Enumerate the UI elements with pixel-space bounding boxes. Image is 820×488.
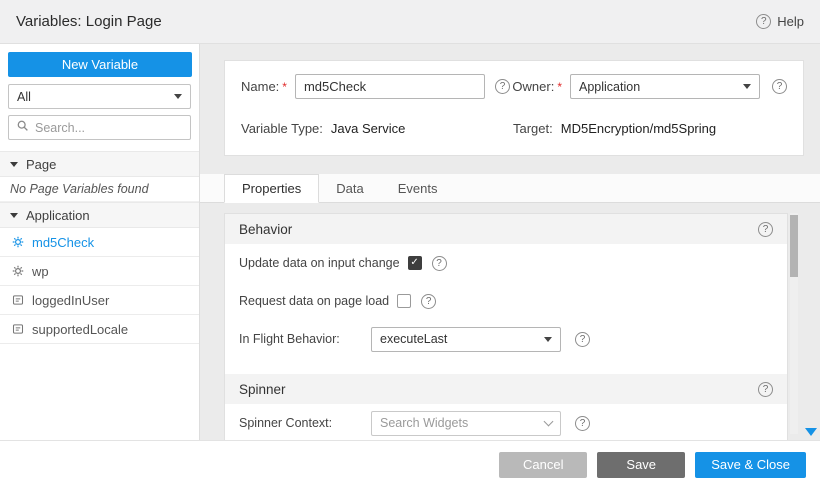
in-flight-behavior-select[interactable]: executeLast bbox=[371, 327, 561, 352]
tree-section-page[interactable]: Page bbox=[0, 151, 199, 177]
properties-panel: Behavior Update data on input change Req… bbox=[224, 213, 788, 440]
variable-type-value: Java Service bbox=[331, 121, 405, 136]
request-data-row: Request data on page load bbox=[225, 282, 787, 320]
variable-item-label: loggedInUser bbox=[32, 293, 109, 308]
properties-tab-content: Behavior Update data on input change Req… bbox=[200, 203, 820, 440]
in-flight-behavior-label: In Flight Behavior: bbox=[239, 332, 371, 346]
save-button[interactable]: Save bbox=[597, 452, 685, 478]
model-variable-icon bbox=[12, 323, 24, 335]
new-variable-button[interactable]: New Variable bbox=[8, 52, 192, 77]
chevron-down-icon bbox=[544, 416, 554, 426]
chevron-down-icon bbox=[743, 84, 751, 89]
caret-down-icon bbox=[10, 213, 18, 218]
help-icon[interactable] bbox=[575, 416, 590, 431]
required-marker: * bbox=[282, 80, 287, 94]
owner-select[interactable]: Application bbox=[570, 74, 760, 99]
tree-section-label: Application bbox=[26, 208, 90, 223]
tab-bar: Properties Data Events bbox=[200, 174, 820, 203]
dialog-header: Variables: Login Page Help bbox=[0, 0, 820, 44]
scroll-down-icon[interactable] bbox=[805, 428, 817, 436]
tree-section-label: Page bbox=[26, 157, 56, 172]
variables-sidebar: New Variable All Page No Page Variables … bbox=[0, 44, 200, 440]
search-box bbox=[8, 115, 191, 140]
target-label: Target: bbox=[513, 121, 553, 136]
spinner-context-placeholder: Search Widgets bbox=[380, 416, 468, 430]
help-icon[interactable] bbox=[575, 332, 590, 347]
behavior-section-header: Behavior bbox=[225, 214, 787, 244]
scrollbar-thumb[interactable] bbox=[790, 215, 798, 277]
save-and-close-button[interactable]: Save & Close bbox=[695, 452, 806, 478]
spinner-context-combobox[interactable]: Search Widgets bbox=[371, 411, 561, 436]
name-label: Name:* bbox=[241, 79, 287, 94]
request-data-label: Request data on page load bbox=[239, 294, 389, 308]
variable-item-label: md5Check bbox=[32, 235, 94, 250]
help-label: Help bbox=[777, 14, 804, 29]
vertical-scrollbar[interactable] bbox=[790, 213, 798, 434]
owner-value: Application bbox=[579, 80, 640, 94]
variable-type-label: Variable Type: bbox=[241, 121, 323, 136]
chevron-down-icon bbox=[544, 337, 552, 342]
variable-item-label: wp bbox=[32, 264, 49, 279]
service-variable-icon bbox=[12, 265, 24, 277]
variable-summary-form: Name:* Owner:* Application Variable Type… bbox=[224, 60, 804, 156]
variable-scope-select[interactable]: All bbox=[8, 84, 191, 109]
help-icon[interactable] bbox=[758, 222, 773, 237]
service-variable-icon bbox=[12, 236, 24, 248]
help-icon[interactable] bbox=[421, 294, 436, 309]
empty-page-variables-message: No Page Variables found bbox=[0, 177, 199, 202]
update-data-label: Update data on input change bbox=[239, 256, 400, 270]
spinner-context-row: Spinner Context: Search Widgets bbox=[225, 404, 787, 440]
search-input[interactable] bbox=[35, 121, 183, 135]
variable-item-wp[interactable]: wp bbox=[0, 257, 199, 286]
tab-data[interactable]: Data bbox=[319, 174, 380, 202]
target-value: MD5Encryption/md5Spring bbox=[561, 121, 716, 136]
owner-label: Owner:* bbox=[512, 79, 562, 94]
name-input[interactable] bbox=[295, 74, 485, 99]
spinner-context-label: Spinner Context: bbox=[239, 416, 371, 430]
variable-item-label: supportedLocale bbox=[32, 322, 128, 337]
help-button[interactable]: Help bbox=[756, 14, 804, 29]
search-icon bbox=[16, 119, 29, 137]
in-flight-behavior-value: executeLast bbox=[380, 332, 447, 346]
request-data-checkbox[interactable] bbox=[397, 294, 411, 308]
dialog-footer: Cancel Save Save & Close bbox=[0, 440, 820, 488]
required-marker: * bbox=[557, 80, 562, 94]
variable-item-md5Check[interactable]: md5Check bbox=[0, 228, 199, 257]
update-data-row: Update data on input change bbox=[225, 244, 787, 282]
main-content: Name:* Owner:* Application Variable Type… bbox=[200, 44, 820, 440]
chevron-down-icon bbox=[174, 94, 182, 99]
model-variable-icon bbox=[12, 294, 24, 306]
update-data-checkbox[interactable] bbox=[408, 256, 422, 270]
tab-properties[interactable]: Properties bbox=[224, 174, 319, 203]
caret-down-icon bbox=[10, 162, 18, 167]
variable-scope-value: All bbox=[17, 90, 31, 104]
variable-item-supportedLocale[interactable]: supportedLocale bbox=[0, 315, 199, 344]
help-icon[interactable] bbox=[495, 79, 510, 94]
behavior-section-title: Behavior bbox=[239, 222, 292, 237]
spinner-section-header: Spinner bbox=[225, 374, 787, 404]
help-icon[interactable] bbox=[432, 256, 447, 271]
tree-section-application[interactable]: Application bbox=[0, 202, 199, 228]
in-flight-behavior-row: In Flight Behavior: executeLast bbox=[225, 320, 787, 358]
cancel-button[interactable]: Cancel bbox=[499, 452, 587, 478]
tab-events[interactable]: Events bbox=[381, 174, 455, 202]
variable-item-loggedInUser[interactable]: loggedInUser bbox=[0, 286, 199, 315]
help-icon[interactable] bbox=[772, 79, 787, 94]
help-icon bbox=[756, 14, 771, 29]
page-title: Variables: Login Page bbox=[16, 13, 162, 30]
spinner-section-title: Spinner bbox=[239, 382, 286, 397]
help-icon[interactable] bbox=[758, 382, 773, 397]
